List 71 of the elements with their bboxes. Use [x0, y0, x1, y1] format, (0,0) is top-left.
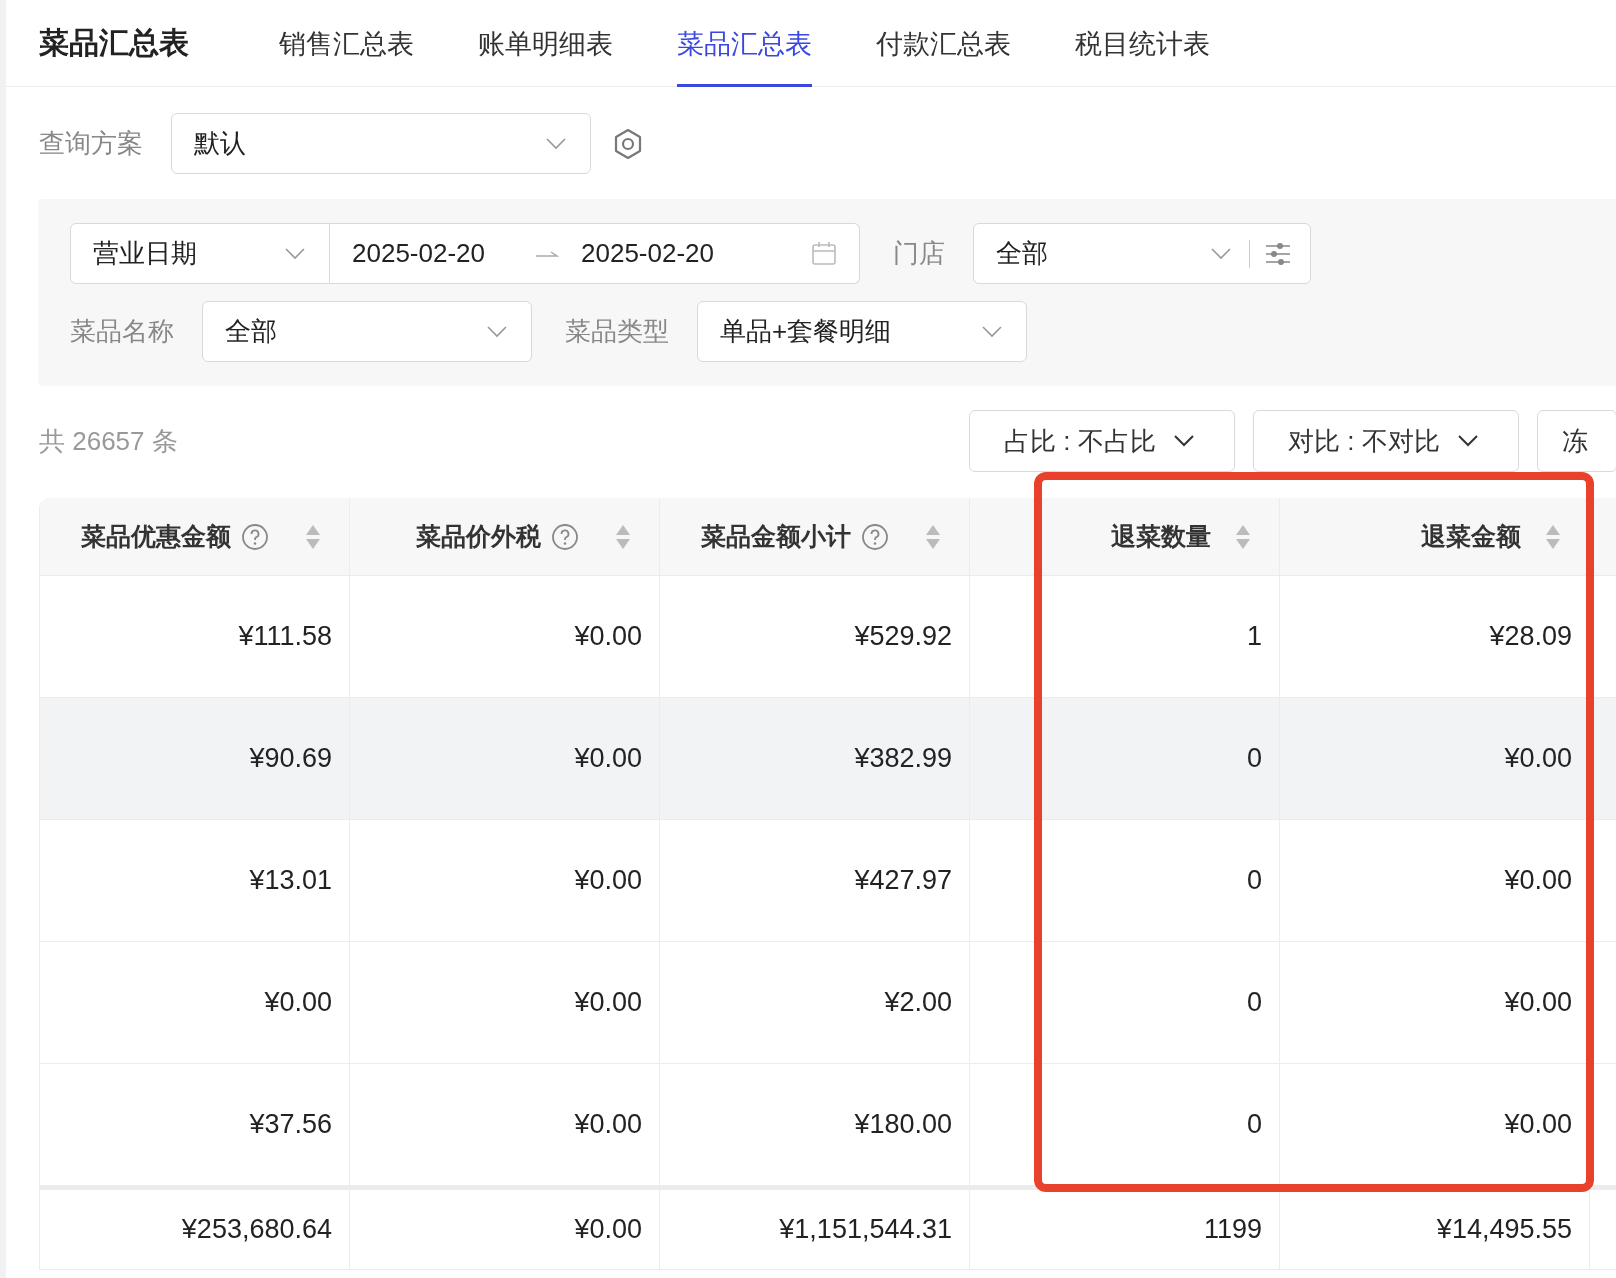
dropdown-button[interactable]: 对比 : 不对比 — [1253, 410, 1519, 472]
date-range-field[interactable]: 2025-02-20 2025-02-20 — [330, 223, 860, 284]
sort-icon — [305, 523, 321, 550]
table-cell: ¥90.69 — [40, 698, 350, 820]
calendar-icon — [811, 240, 837, 267]
report-tab[interactable]: 付款汇总表 — [876, 0, 1011, 87]
chevron-down-icon — [1211, 247, 1231, 260]
help-icon — [551, 522, 579, 551]
total-cell: 1199 — [970, 1190, 1280, 1270]
column-header[interactable]: 退菜金额 — [1280, 498, 1590, 576]
help-icon — [861, 522, 889, 551]
chevron-down-icon — [1457, 435, 1478, 447]
column-header[interactable]: 菜品价外税 — [350, 498, 660, 576]
store-select[interactable]: 全部 — [973, 223, 1311, 284]
total-cell: ¥253,680.64 — [40, 1190, 350, 1270]
sliders-icon — [1264, 240, 1292, 267]
hovered-row[interactable]: ¥90.69 ¥0.00 ¥382.99 0 ¥0.00 — [40, 698, 1616, 820]
sort-icon — [1235, 523, 1251, 550]
chevron-down-icon — [546, 137, 566, 150]
table-cell: ¥382.99 — [660, 698, 970, 820]
table-row[interactable]: ¥13.01 ¥0.00 ¥427.97 0 ¥0.00 — [40, 820, 1616, 942]
sort-icon — [1545, 523, 1561, 550]
chevron-down-icon — [487, 325, 507, 338]
sort-icon — [925, 523, 941, 550]
report-tab[interactable]: 账单明细表 — [478, 0, 613, 87]
table-cell: ¥37.56 — [40, 1064, 350, 1186]
chevron-down-icon — [982, 325, 1002, 338]
chevron-down-icon — [285, 247, 305, 260]
table-cell: 0 — [970, 698, 1280, 820]
field-label: 菜品类型 — [565, 315, 669, 348]
dish-type-select[interactable]: 单品+套餐明细 — [697, 301, 1027, 362]
table-cell: ¥180.00 — [660, 1064, 970, 1186]
column-header[interactable]: 菜品金额小计 — [660, 498, 970, 576]
sort-icon — [615, 523, 631, 550]
table-cell: ¥0.00 — [350, 698, 660, 820]
table-row[interactable]: ¥37.56 ¥0.00 ¥180.00 0 ¥0.00 — [40, 1064, 1616, 1186]
table-cell: 0 — [970, 1064, 1280, 1186]
column-header[interactable]: 退菜数量 — [970, 498, 1280, 576]
table-cell: 0 — [970, 820, 1280, 942]
table-row[interactable]: ¥0.00 ¥0.00 ¥2.00 0 ¥0.00 — [40, 942, 1616, 1064]
chevron-down-icon — [1173, 435, 1194, 447]
total-cell: ¥1,151,544.31 — [660, 1190, 970, 1270]
field-label: 门店 — [893, 237, 945, 270]
scheme-select[interactable]: 默认 — [171, 113, 591, 174]
date-type-select[interactable]: 营业日期 — [70, 223, 330, 284]
table-cell: 0 — [970, 942, 1280, 1064]
table-cell: ¥13.01 — [40, 820, 350, 942]
total-cell: ¥0.00 — [350, 1190, 660, 1270]
table-cell: ¥0.00 — [40, 942, 350, 1064]
report-tab[interactable]: 税目统计表 — [1075, 0, 1210, 87]
table-cell: ¥0.00 — [350, 820, 660, 942]
table-cell: ¥0.00 — [350, 942, 660, 1064]
table-cell: ¥0.00 — [1280, 1064, 1590, 1186]
table-cell: ¥0.00 — [1280, 942, 1590, 1064]
table-cell: ¥0.00 — [350, 1064, 660, 1186]
help-icon — [241, 522, 269, 551]
dropdown-button[interactable]: 占比 : 不占比 — [969, 410, 1235, 472]
column-header[interactable]: 菜品优惠金额 — [40, 498, 350, 576]
table-cell: ¥427.97 — [660, 820, 970, 942]
toolbar-button[interactable]: 冻 — [1537, 410, 1616, 472]
record-count: 共 26657 条 — [39, 424, 179, 458]
table-cell: ¥0.00 — [1280, 698, 1590, 820]
table-cell: ¥0.00 — [1280, 820, 1590, 942]
page-title: 菜品汇总表 — [39, 24, 190, 61]
table-cell: ¥2.00 — [660, 942, 970, 1064]
total-cell: ¥14,495.55 — [1280, 1190, 1590, 1270]
report-tab[interactable]: 菜品汇总表 — [677, 0, 812, 87]
report-tab[interactable]: 销售汇总表 — [279, 0, 414, 87]
field-label: 查询方案 — [39, 127, 143, 160]
dish-name-select[interactable]: 全部 — [202, 301, 532, 362]
field-label: 菜品名称 — [70, 315, 174, 348]
